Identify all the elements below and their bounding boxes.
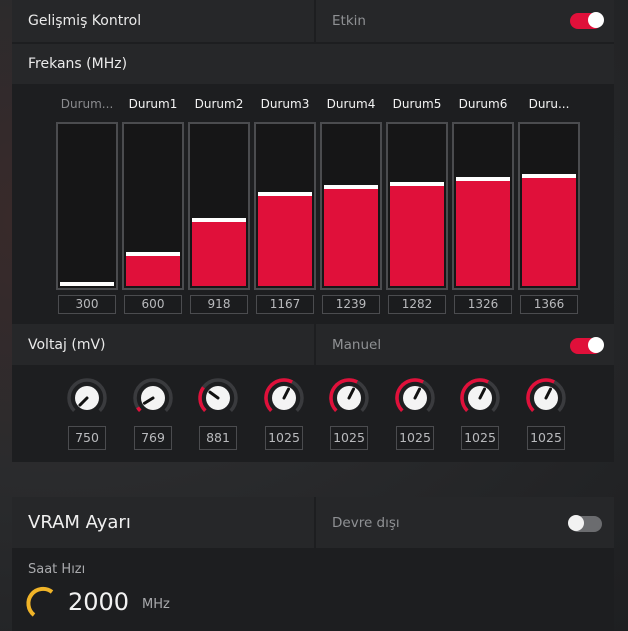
voltage-knob[interactable] <box>459 377 501 419</box>
voltage-knob[interactable] <box>263 377 305 419</box>
state-frequency-value[interactable]: 1326 <box>454 295 512 314</box>
voltage-knob[interactable] <box>394 377 436 419</box>
state-frequency-value[interactable]: 600 <box>124 295 182 314</box>
frequency-header: Frekans (MHz) <box>12 44 614 84</box>
advanced-control-label-cell: Gelişmiş Kontrol <box>12 0 314 42</box>
vram-status: Devre dışı <box>332 514 400 531</box>
state-frequency-value[interactable]: 1239 <box>322 295 380 314</box>
state-frequency-slider[interactable] <box>56 122 118 290</box>
state-frequency-slider[interactable] <box>254 122 316 290</box>
vram-header: VRAM Ayarı <box>12 497 314 548</box>
advanced-control-toggle[interactable] <box>570 12 604 29</box>
voltage-value[interactable]: 750 <box>68 426 106 450</box>
toggle-knob <box>568 515 584 531</box>
slider-fill <box>192 222 246 286</box>
state-frequency-slider[interactable] <box>188 122 250 290</box>
state-name: Durum2 <box>194 97 244 111</box>
vram-toggle[interactable] <box>568 515 602 532</box>
slider-handle[interactable] <box>60 282 114 286</box>
vram-title: VRAM Ayarı <box>28 512 131 533</box>
state-frequency-value[interactable]: 300 <box>58 295 116 314</box>
advanced-control-label: Gelişmiş Kontrol <box>28 13 142 29</box>
voltage-knob[interactable] <box>132 377 174 419</box>
state-name: Durum4 <box>326 97 376 111</box>
state-frequency-value[interactable]: 1282 <box>388 295 446 314</box>
advanced-control-status: Etkin <box>332 13 366 29</box>
toggle-knob <box>588 12 604 28</box>
voltage-value[interactable]: 881 <box>199 426 237 450</box>
voltage-label-cell: Voltaj (mV) <box>12 324 314 365</box>
toggle-knob <box>588 337 604 353</box>
state-frequency-value[interactable]: 918 <box>190 295 248 314</box>
state-name: Duru... <box>528 97 570 111</box>
voltage-label: Voltaj (mV) <box>28 336 106 353</box>
slider-handle[interactable] <box>456 177 510 181</box>
slider-fill <box>390 186 444 286</box>
slider-fill <box>456 181 510 286</box>
slider-handle[interactable] <box>258 192 312 196</box>
voltage-value[interactable]: 1025 <box>527 426 565 450</box>
clock-speed-label: Saat Hızı <box>28 562 86 577</box>
state-frequency-slider[interactable] <box>518 122 580 290</box>
frequency-label: Frekans (MHz) <box>28 56 128 72</box>
state-name: Durum1 <box>128 97 178 111</box>
slider-handle[interactable] <box>126 252 180 256</box>
state-frequency-value[interactable]: 1167 <box>256 295 314 314</box>
slider-fill <box>324 189 378 286</box>
state-frequency-slider[interactable] <box>122 122 184 290</box>
state-frequency-slider[interactable] <box>452 122 514 290</box>
state-name: Durum6 <box>458 97 508 111</box>
state-frequency-value[interactable]: 1366 <box>520 295 578 314</box>
voltage-value[interactable]: 1025 <box>461 426 499 450</box>
state-frequency-slider[interactable] <box>386 122 448 290</box>
clock-gauge-icon <box>26 586 54 617</box>
slider-handle[interactable] <box>522 174 576 178</box>
slider-fill <box>126 256 180 286</box>
voltage-knob[interactable] <box>328 377 370 419</box>
clock-speed-unit: MHz <box>142 597 170 612</box>
voltage-manual-toggle[interactable] <box>570 337 604 354</box>
slider-fill <box>522 178 576 286</box>
state-frequency-slider[interactable] <box>320 122 382 290</box>
clock-speed-value[interactable]: 2000 <box>68 588 129 616</box>
voltage-value[interactable]: 1025 <box>330 426 368 450</box>
state-name: Durum3 <box>260 97 310 111</box>
voltage-value[interactable]: 769 <box>134 426 172 450</box>
state-name: Durum... <box>60 97 114 111</box>
voltage-value[interactable]: 1025 <box>396 426 434 450</box>
slider-handle[interactable] <box>192 218 246 222</box>
voltage-knob[interactable] <box>66 377 108 419</box>
voltage-value[interactable]: 1025 <box>265 426 303 450</box>
voltage-knob[interactable] <box>525 377 567 419</box>
slider-fill <box>258 196 312 286</box>
voltage-mode: Manuel <box>332 336 382 353</box>
state-name: Durum5 <box>392 97 442 111</box>
voltage-knob[interactable] <box>197 377 239 419</box>
slider-handle[interactable] <box>390 182 444 186</box>
slider-handle[interactable] <box>324 185 378 189</box>
